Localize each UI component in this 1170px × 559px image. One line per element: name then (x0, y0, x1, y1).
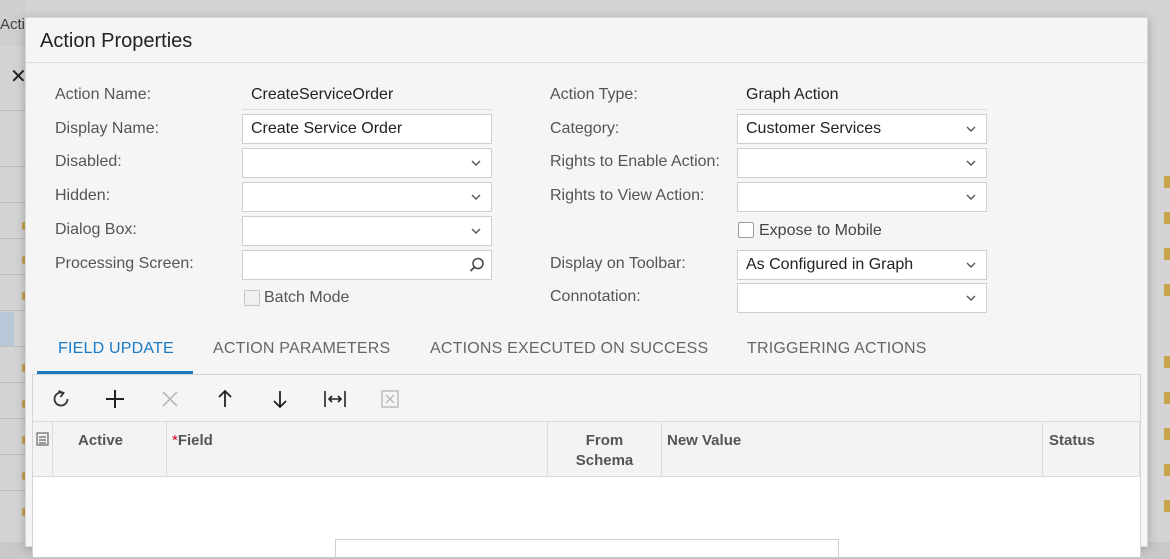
display-name-label: Display Name: (55, 120, 160, 137)
display-toolbar-select[interactable]: As Configured in Graph (737, 250, 987, 280)
title-divider (26, 62, 1147, 63)
tab-actions-executed-on-success[interactable]: ACTIONS EXECUTED ON SUCCESS (430, 340, 708, 358)
grid-settings-icon[interactable] (36, 432, 49, 446)
chevron-down-icon (966, 295, 976, 301)
field-update-panel: Active *Field From Schema New Value Stat… (32, 374, 1141, 559)
display-toolbar-label: Display on Toolbar: (550, 255, 686, 272)
dialog-title: Action Properties (40, 30, 193, 52)
expose-mobile-label: Expose to Mobile (759, 222, 882, 239)
tab-triggering-actions[interactable]: TRIGGERING ACTIONS (747, 340, 927, 358)
expose-mobile-checkbox[interactable] (738, 222, 754, 238)
connotation-label: Connotation: (550, 288, 641, 305)
rights-enable-label: Rights to Enable Action: (550, 153, 720, 170)
fit-columns-icon[interactable] (321, 385, 349, 413)
action-name-label: Action Name: (55, 86, 152, 103)
processing-screen-input[interactable] (242, 250, 492, 280)
action-type-label: Action Type: (550, 86, 638, 103)
column-field-label: *Field (172, 432, 213, 449)
chevron-down-icon (471, 228, 481, 234)
disabled-label: Disabled: (55, 153, 122, 170)
column-new-value[interactable]: New Value (662, 422, 1043, 478)
column-status-label: Status (1049, 432, 1095, 449)
column-from-schema-line2: Schema (575, 452, 634, 469)
refresh-icon[interactable] (47, 385, 75, 413)
connotation-select[interactable] (737, 283, 987, 313)
grid-body (33, 477, 1140, 559)
column-active-label: Active (78, 432, 124, 449)
category-select[interactable]: Customer Services (737, 114, 987, 144)
dialog-box-label: Dialog Box: (55, 221, 137, 238)
chevron-down-icon (471, 160, 481, 166)
rights-enable-select[interactable] (737, 148, 987, 178)
batch-mode-checkbox[interactable] (244, 290, 260, 306)
column-field[interactable]: *Field (167, 422, 548, 478)
empty-grid-box (335, 539, 839, 559)
column-new-value-label: New Value (667, 432, 742, 449)
rights-view-label: Rights to View Action: (550, 187, 705, 204)
tab-action-parameters[interactable]: ACTION PARAMETERS (213, 340, 390, 358)
display-name-input[interactable]: Create Service Order (242, 114, 492, 144)
export-excel-icon[interactable] (376, 385, 404, 413)
chevron-down-icon (966, 126, 976, 132)
chevron-down-icon (471, 194, 481, 200)
delete-icon[interactable] (156, 385, 184, 413)
chevron-down-icon (966, 262, 976, 268)
processing-screen-label: Processing Screen: (55, 255, 194, 272)
grid-header: Active *Field From Schema New Value Stat… (33, 421, 1140, 478)
hidden-select[interactable] (242, 182, 492, 212)
action-properties-dialog: Action Properties Action Name: CreateSer… (25, 17, 1148, 559)
chevron-down-icon (966, 194, 976, 200)
chevron-down-icon (966, 160, 976, 166)
move-up-icon[interactable] (211, 385, 239, 413)
row-selector-column (33, 422, 53, 478)
move-down-icon[interactable] (266, 385, 294, 413)
column-active[interactable]: Active (53, 422, 167, 478)
background-selected-row (0, 312, 14, 346)
action-type-value: Graph Action (737, 80, 987, 110)
display-toolbar-select-value: As Configured in Graph (746, 256, 914, 273)
dialog-box-select[interactable] (242, 216, 492, 246)
hidden-label: Hidden: (55, 187, 111, 204)
search-icon[interactable] (468, 256, 486, 274)
add-icon[interactable] (101, 385, 129, 413)
category-select-value: Customer Services (746, 120, 882, 137)
batch-mode-label: Batch Mode (264, 289, 350, 306)
disabled-select[interactable] (242, 148, 492, 178)
column-status[interactable]: Status (1043, 422, 1140, 478)
category-label: Category: (550, 120, 620, 137)
tab-field-update[interactable]: FIELD UPDATE (58, 340, 174, 358)
background-tab: Actio (0, 0, 26, 46)
rights-view-select[interactable] (737, 182, 987, 212)
action-name-value: CreateServiceOrder (242, 80, 492, 110)
column-from-schema[interactable]: From Schema (548, 422, 662, 478)
column-from-schema-line1: From (585, 432, 624, 449)
